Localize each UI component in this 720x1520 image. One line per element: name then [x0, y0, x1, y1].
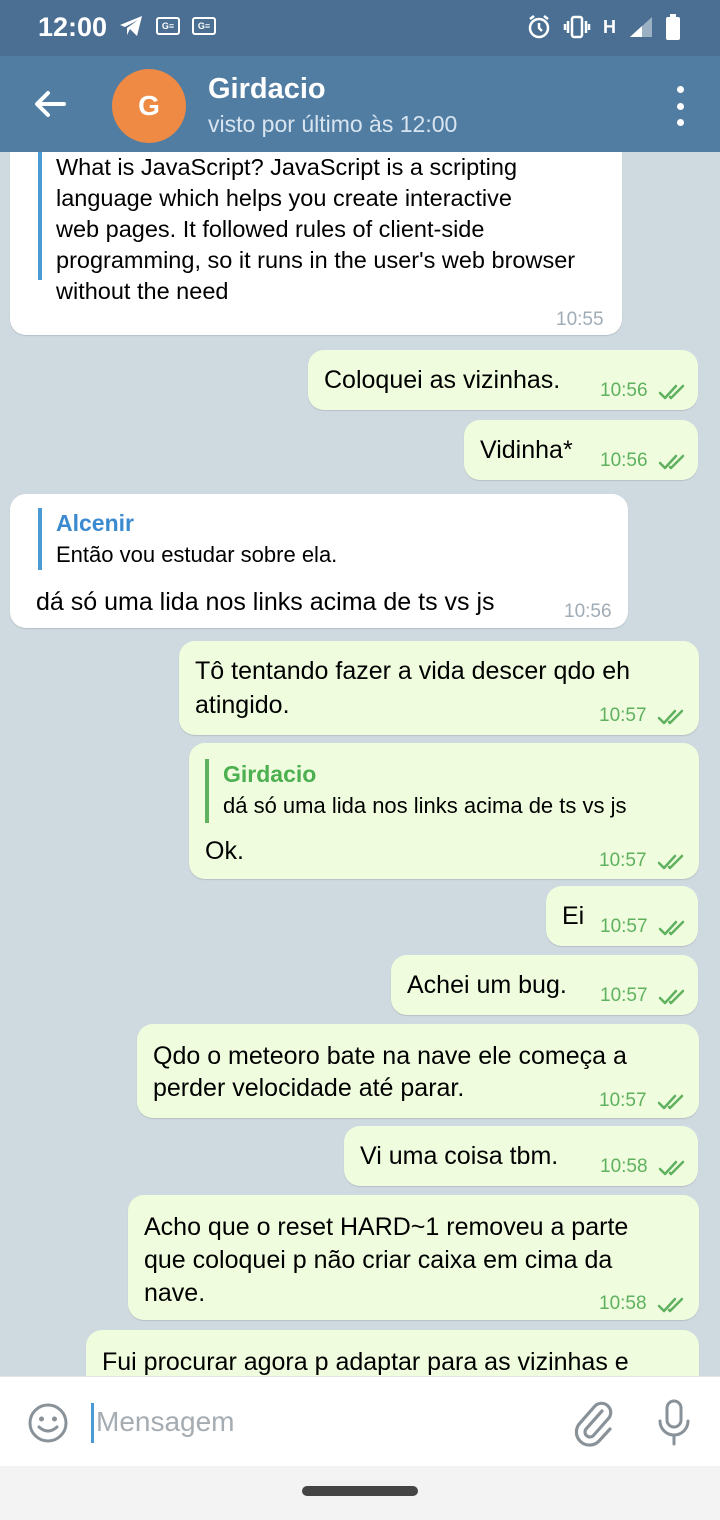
more-options-button[interactable]: [668, 86, 692, 126]
notification-icon: G≡: [192, 17, 216, 35]
message-bubble[interactable]: Ei 10:57: [546, 886, 698, 946]
message-time: 10:58: [600, 1156, 648, 1177]
system-navigation-bar: [0, 1466, 720, 1520]
paperclip-icon: [574, 1401, 613, 1447]
message-line: nave.: [144, 1279, 206, 1307]
message-time: 10:56: [600, 380, 648, 401]
contact-name[interactable]: Girdacio: [208, 73, 326, 106]
status-time: 12:00: [38, 12, 108, 42]
dot: [676, 86, 684, 93]
message-time: 10:57: [599, 705, 647, 726]
reply-preview[interactable]: Alcenir Então vou estudar sobre ela.: [38, 508, 337, 570]
message-bubble[interactable]: Fui procurar agora p adaptar para as viz…: [86, 1330, 699, 1376]
message-line: programming, so it runs in the user's we…: [56, 247, 576, 273]
message-bubble[interactable]: Coloquei as vizinhas. 10:56: [308, 350, 698, 410]
reply-author: Alcenir: [56, 510, 134, 536]
reply-preview[interactable]: Girdacio dá só uma lida nos links acima …: [205, 759, 627, 823]
text-cursor: [91, 1403, 94, 1443]
reply-text: Então vou estudar sobre ela.: [56, 542, 338, 567]
avatar[interactable]: G: [112, 69, 186, 143]
message-input-bar: [0, 1376, 720, 1466]
network-type: H: [603, 16, 616, 37]
message-bubble[interactable]: What is JavaScript? JavaScript is a scri…: [10, 152, 622, 335]
message-time: 10:57: [599, 850, 647, 871]
message-text: Ok.: [205, 837, 244, 865]
message-bubble[interactable]: Qdo o meteoro bate na nave ele começa a …: [137, 1024, 699, 1118]
status-left-icons: G≡ G≡: [118, 14, 216, 38]
signal-icon: [630, 17, 652, 37]
dot: [676, 102, 684, 110]
message-bubble[interactable]: Acho que o reset HARD~1 removeu a parte …: [128, 1195, 699, 1320]
message-line: web pages. It followed rules of client-s…: [56, 216, 485, 242]
emoji-icon: [28, 1403, 68, 1443]
message-bubble[interactable]: Girdacio dá só uma lida nos links acima …: [189, 743, 699, 879]
message-line: Acho que o reset HARD~1 removeu a parte: [144, 1213, 629, 1241]
message-line: without the need: [56, 278, 229, 304]
read-receipt-icon: [658, 989, 685, 1005]
read-receipt-icon: [658, 384, 685, 400]
message-time: 10:57: [599, 1090, 647, 1111]
back-button[interactable]: [26, 80, 74, 128]
read-receipt-icon: [658, 920, 685, 936]
message-line: perder velocidade até parar.: [153, 1074, 465, 1102]
message-input[interactable]: [96, 1399, 536, 1445]
microphone-icon: [658, 1399, 690, 1446]
message-time: 10:56: [564, 601, 612, 622]
message-line: que coloquei p não criar caixa em cima d…: [144, 1246, 613, 1274]
message-line: Tô tentando fazer a vida descer qdo eh: [195, 657, 631, 685]
telegram-icon: [120, 16, 142, 36]
read-receipt-icon: [657, 1094, 684, 1110]
message-text: Achei um bug.: [407, 971, 567, 999]
status-bar: 12:00 G≡ G≡ H: [0, 0, 720, 56]
vibrate-icon: [563, 15, 591, 39]
reply-author: Girdacio: [223, 761, 317, 787]
message-bubble[interactable]: Vi uma coisa tbm. 10:58: [344, 1126, 698, 1186]
read-receipt-icon: [657, 1297, 684, 1313]
notification-icon: G≡: [156, 17, 180, 35]
status-right-icons: H: [527, 14, 680, 40]
read-receipt-icon: [658, 1160, 685, 1176]
read-receipt-icon: [657, 709, 684, 725]
attach-button[interactable]: [572, 1399, 616, 1447]
read-receipt-icon: [657, 854, 684, 870]
read-receipt-icon: [658, 454, 685, 470]
emoji-button[interactable]: [26, 1401, 70, 1445]
arrow-left-icon: [35, 91, 66, 117]
quoted-text-block: What is JavaScript? JavaScript is a scri…: [38, 152, 576, 304]
message-text: Vi uma coisa tbm.: [360, 1142, 559, 1170]
home-gesture-handle[interactable]: [302, 1486, 418, 1496]
message-bubble[interactable]: Achei um bug. 10:57: [391, 955, 698, 1015]
message-time: 10:56: [600, 450, 648, 471]
alarm-icon: [528, 15, 550, 39]
message-bubble[interactable]: Vidinha* 10:56: [464, 420, 698, 480]
message-text: Ei: [562, 902, 585, 930]
message-text: Fui procurar agora p adaptar para as viz…: [102, 1348, 629, 1376]
message-text: Vidinha*: [480, 436, 573, 464]
voice-message-button[interactable]: [652, 1397, 696, 1449]
message-bubble[interactable]: Tô tentando fazer a vida descer qdo eh a…: [179, 641, 699, 735]
message-time: 10:57: [600, 916, 648, 937]
message-line: What is JavaScript? JavaScript is a scri…: [56, 154, 518, 180]
message-time: 10:57: [600, 985, 648, 1006]
message-text: Coloquei as vizinhas.: [324, 366, 561, 394]
message-bubble[interactable]: Alcenir Então vou estudar sobre ela. dá …: [10, 494, 628, 628]
message-time: 10:58: [599, 1293, 647, 1314]
dot: [676, 119, 684, 126]
message-list[interactable]: What is JavaScript? JavaScript is a scri…: [0, 152, 720, 1376]
battery-icon: [666, 14, 680, 40]
reply-text: dá só uma lida nos links acima de ts vs …: [223, 793, 627, 818]
chat-header: G Girdacio visto por último às 12:00: [0, 56, 720, 152]
message-line: language which helps you create interact…: [56, 185, 512, 211]
message-line: atingido.: [195, 691, 290, 719]
message-text: dá só uma lida nos links acima de ts vs …: [36, 588, 495, 616]
message-line: Qdo o meteoro bate na nave ele começa a: [153, 1042, 627, 1070]
message-time: 10:55: [556, 309, 604, 330]
last-seen-status: visto por último às 12:00: [208, 111, 458, 137]
